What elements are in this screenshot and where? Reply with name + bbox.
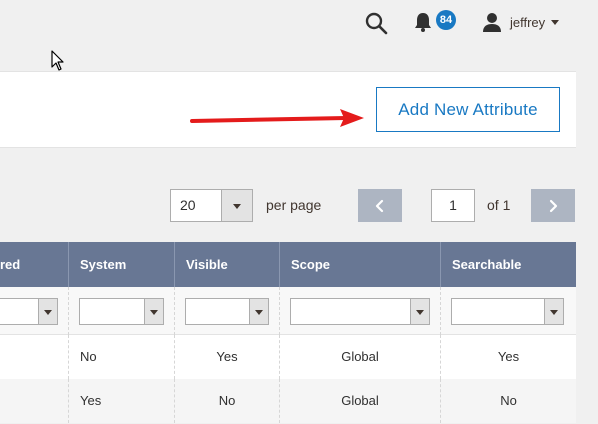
user-icon bbox=[483, 13, 501, 32]
chevron-right-icon bbox=[549, 199, 558, 212]
table-cell-scope: Global bbox=[279, 335, 440, 379]
chevron-down-icon bbox=[416, 309, 424, 315]
column-header[interactable]: red bbox=[0, 242, 68, 287]
grid-filter-row bbox=[0, 287, 576, 335]
filter-toggle[interactable] bbox=[38, 299, 57, 324]
table-row[interactable]: No Yes Global Yes bbox=[0, 335, 576, 379]
filter-cell-searchable bbox=[440, 287, 576, 335]
bell-icon[interactable] bbox=[412, 11, 434, 33]
table-cell-system: No bbox=[68, 335, 174, 379]
user-menu[interactable]: jeffrey bbox=[481, 11, 560, 33]
grid-header-row: red System Visible Scope Searchable bbox=[0, 242, 576, 287]
table-cell bbox=[0, 379, 68, 423]
cursor-icon bbox=[51, 50, 64, 71]
page-size-toggle[interactable] bbox=[221, 190, 252, 221]
filter-cell bbox=[0, 287, 68, 335]
filter-toggle[interactable] bbox=[544, 299, 563, 324]
chevron-down-icon bbox=[44, 309, 52, 315]
filter-select-searchable[interactable] bbox=[451, 298, 564, 325]
table-cell-searchable: No bbox=[440, 379, 576, 423]
current-page-input[interactable]: 1 bbox=[431, 189, 475, 222]
table-cell-visible: Yes bbox=[174, 335, 279, 379]
table-row[interactable]: Yes No Global No bbox=[0, 379, 576, 423]
filter-toggle[interactable] bbox=[410, 299, 429, 324]
table-cell-scope: Global bbox=[279, 379, 440, 423]
filter-cell-system bbox=[68, 287, 174, 335]
column-header-visible[interactable]: Visible bbox=[174, 242, 279, 287]
previous-page-button[interactable] bbox=[358, 189, 402, 222]
top-bar: 84 jeffrey bbox=[0, 0, 598, 70]
page-size-select[interactable]: 20 bbox=[170, 189, 253, 222]
table-cell-visible: No bbox=[174, 379, 279, 423]
filter-cell-scope bbox=[279, 287, 440, 335]
column-header-system[interactable]: System bbox=[68, 242, 174, 287]
chevron-left-icon bbox=[375, 199, 384, 212]
total-pages-label: of 1 bbox=[487, 197, 511, 213]
chevron-down-icon bbox=[233, 203, 241, 209]
filter-toggle[interactable] bbox=[249, 299, 268, 324]
caret-down-icon bbox=[551, 19, 560, 25]
user-name: jeffrey bbox=[510, 14, 546, 30]
arrow-annotation bbox=[190, 109, 364, 127]
column-header-scope[interactable]: Scope bbox=[279, 242, 440, 287]
filter-cell-visible bbox=[174, 287, 279, 335]
table-cell-system: Yes bbox=[68, 379, 174, 423]
column-header-searchable[interactable]: Searchable bbox=[440, 242, 576, 287]
filter-select-system[interactable] bbox=[79, 298, 164, 325]
notification-count-badge[interactable]: 84 bbox=[436, 10, 456, 30]
page-size-value: 20 bbox=[180, 197, 196, 213]
search-icon[interactable] bbox=[364, 11, 388, 35]
table-cell-searchable: Yes bbox=[440, 335, 576, 379]
filter-select-visible[interactable] bbox=[185, 298, 269, 325]
filter-select-scope[interactable] bbox=[290, 298, 430, 325]
chevron-down-icon bbox=[255, 309, 263, 315]
table-cell bbox=[0, 335, 68, 379]
filter-toggle[interactable] bbox=[144, 299, 163, 324]
chevron-down-icon bbox=[150, 309, 158, 315]
attributes-grid: red System Visible Scope Searchable No Y… bbox=[0, 242, 576, 423]
add-new-attribute-button[interactable]: Add New Attribute bbox=[376, 87, 560, 132]
per-page-label: per page bbox=[266, 197, 322, 213]
chevron-down-icon bbox=[550, 309, 558, 315]
filter-select[interactable] bbox=[0, 298, 58, 325]
next-page-button[interactable] bbox=[531, 189, 575, 222]
page-margin bbox=[576, 242, 598, 424]
